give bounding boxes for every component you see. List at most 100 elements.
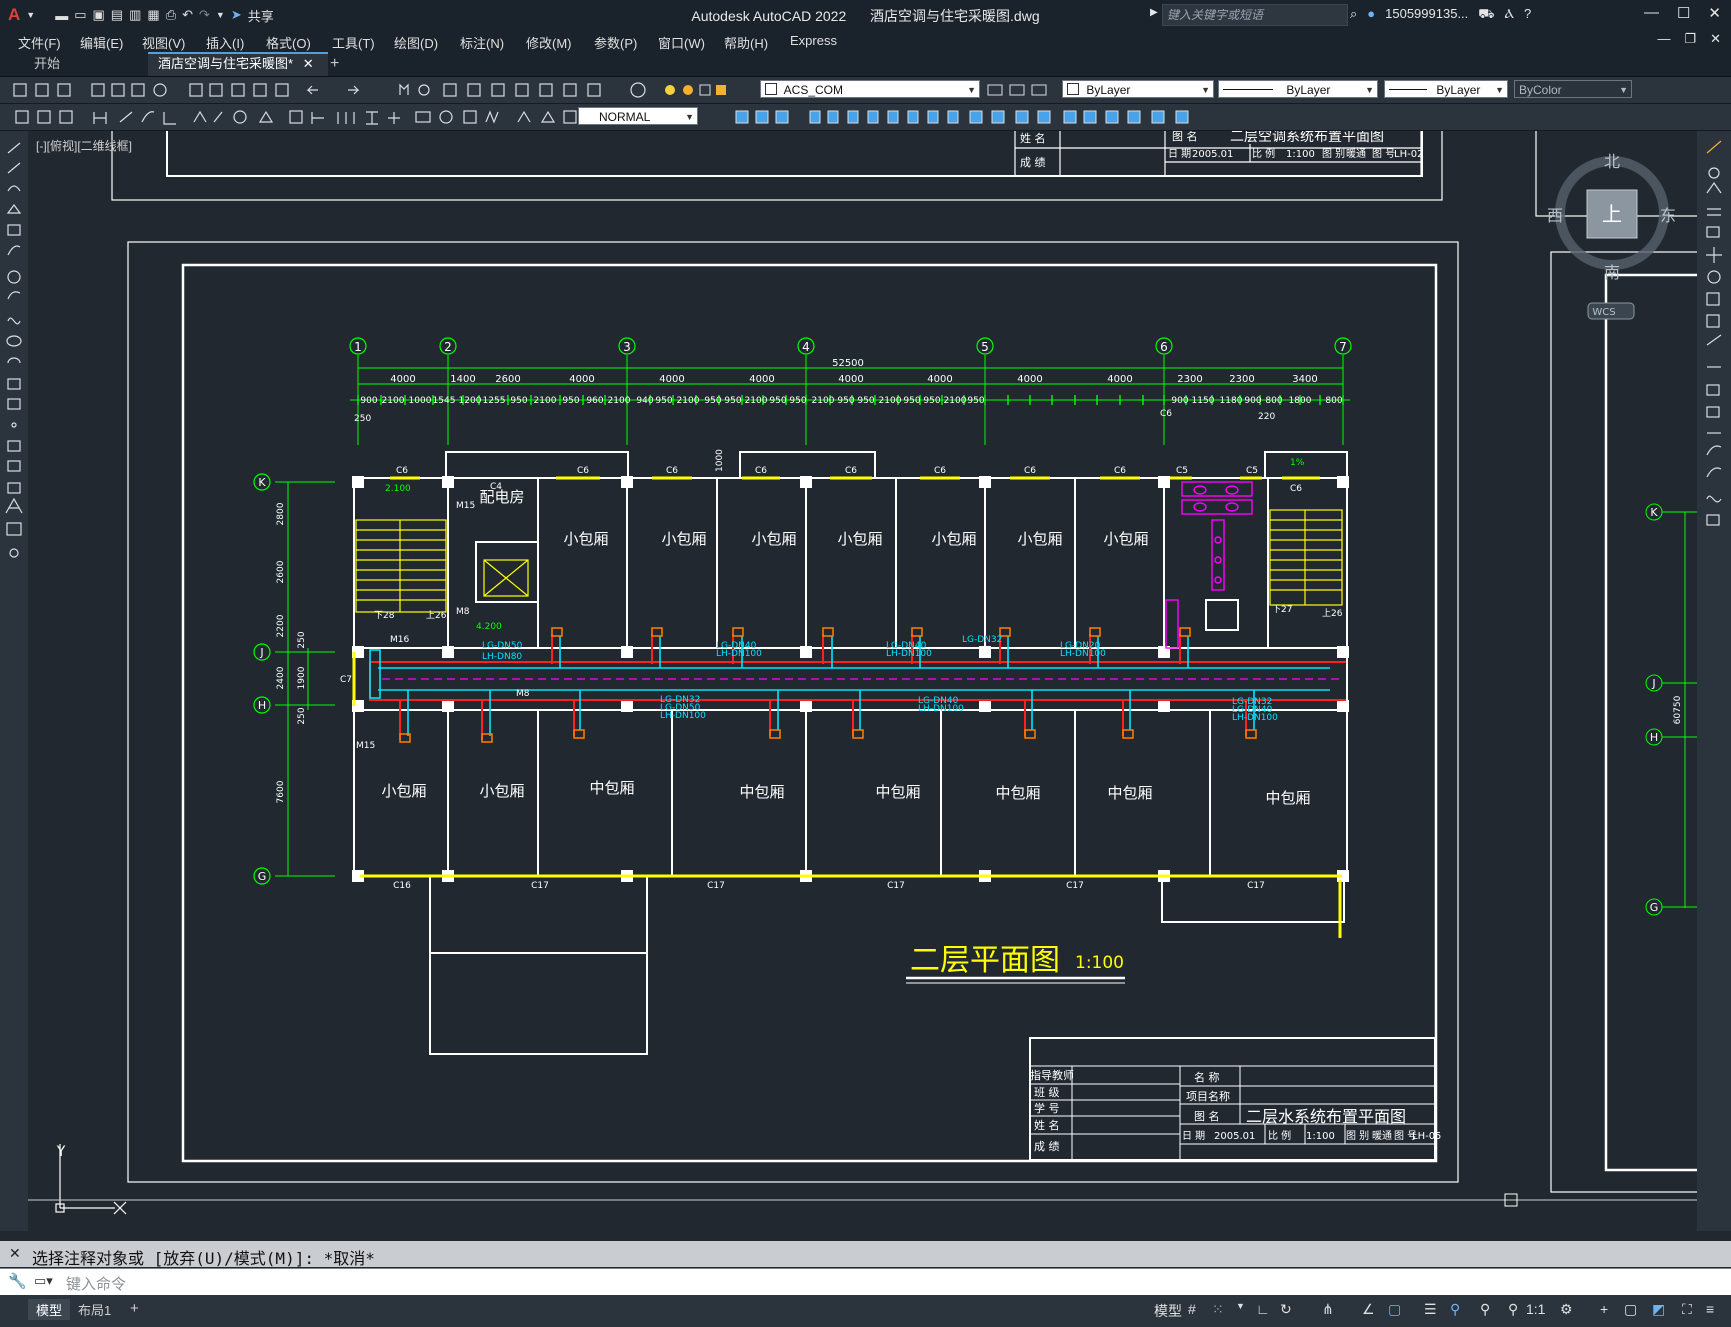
annotation-visibility-icon[interactable]: ⚲ [1450, 1301, 1460, 1318]
doc-minimize-button[interactable]: — [1657, 31, 1670, 47]
standard-tool-icons[interactable] [8, 77, 708, 103]
annotation-scale-icon[interactable]: ⚲ [1480, 1301, 1490, 1318]
menu-file[interactable]: 文件(F) [14, 31, 65, 54]
menu-draw[interactable]: 绘图(D) [390, 31, 442, 54]
open-file-icon[interactable]: ▭ [74, 7, 86, 23]
app-logo-icon[interactable]: A [8, 5, 20, 25]
drawing-canvas[interactable]: 姓 名 成 绩 图 名 二层空调系统布置平面图 日 期 2005.01 比 例 … [28, 131, 1697, 1231]
dimension-tool-icons[interactable] [8, 104, 588, 130]
polar-icon[interactable]: ↻ [1280, 1301, 1292, 1318]
menu-help[interactable]: 帮助(H) [720, 31, 772, 54]
share-icon[interactable]: ➤ [231, 7, 242, 23]
viewcube-south[interactable]: 南 [1604, 263, 1620, 282]
snap-icon[interactable]: ⁙ [1212, 1301, 1224, 1318]
menu-parametric[interactable]: 参数(P) [590, 31, 641, 54]
menu-tools[interactable]: 工具(T) [328, 31, 379, 54]
osnap-icon[interactable]: ▢ [1388, 1301, 1401, 1318]
doc-close-button[interactable]: ✕ [1710, 31, 1721, 47]
layer-tool-icons[interactable] [984, 77, 1054, 103]
plotstyle-combo[interactable]: ByColor ▼ [1514, 80, 1632, 98]
color-combo[interactable]: ByLayer ▼ [1062, 80, 1214, 98]
menu-modify[interactable]: 修改(M) [522, 31, 576, 54]
viewcube-west[interactable]: 西 [1547, 206, 1563, 225]
grid-icon[interactable]: # [1188, 1301, 1196, 1317]
menu-format[interactable]: 格式(O) [262, 31, 315, 54]
modify-tool-icons[interactable] [704, 104, 1224, 130]
menu-insert[interactable]: 插入(I) [202, 31, 248, 54]
save-as-icon[interactable]: ▤ [111, 7, 123, 23]
viewcube-wcs[interactable]: WCS [1592, 307, 1615, 318]
doc-restore-button[interactable]: ❐ [1684, 31, 1696, 47]
units-icon[interactable]: ▢ [1624, 1301, 1637, 1318]
search-icon[interactable]: ⌕ [1350, 6, 1357, 24]
menu-dimension[interactable]: 标注(N) [456, 31, 508, 54]
new-file-icon[interactable]: ▬ [55, 8, 68, 23]
wrench-icon[interactable]: 🔧 [8, 1272, 27, 1290]
close-command-icon[interactable]: ✕ [9, 1245, 21, 1262]
annotation-autoscale-icon[interactable]: ⚲ [1508, 1301, 1518, 1318]
new-tab-icon[interactable]: + [320, 54, 349, 74]
menu-view[interactable]: 视图(V) [138, 31, 189, 54]
lineweight-icon[interactable]: ☰ [1424, 1301, 1437, 1318]
tb-top-discipline: 暖通 [1346, 147, 1366, 160]
undo-icon[interactable]: ↶ [182, 7, 193, 23]
lineweight-combo[interactable]: ByLayer ▼ [1384, 80, 1508, 98]
save-web-icon[interactable]: ▦ [147, 7, 159, 23]
layer-combo[interactable]: ACS_COM ▼ [760, 80, 980, 98]
add-layout-icon[interactable]: + [122, 1299, 147, 1318]
lineweight-value: ByLayer [1436, 83, 1481, 97]
menu-window[interactable]: 窗口(W) [654, 31, 709, 54]
command-input[interactable]: 键入命令 [66, 1273, 126, 1294]
layer-state-icons[interactable] [660, 77, 740, 103]
quick-access-more-icon[interactable]: ▼ [216, 10, 225, 20]
user-icon[interactable]: ● [1367, 6, 1375, 24]
search-expand-icon[interactable]: ▶ [1150, 7, 1158, 18]
menu-edit[interactable]: 编辑(E) [76, 31, 127, 54]
close-button[interactable]: ✕ [1708, 4, 1721, 22]
app-menu-chevron-icon[interactable]: ▼ [26, 10, 35, 20]
ortho-icon[interactable]: ∟ [1256, 1301, 1270, 1317]
annotation-monitor-icon[interactable]: + [1600, 1301, 1608, 1317]
menu-express[interactable]: Express [786, 31, 841, 50]
maximize-button[interactable]: ☐ [1677, 4, 1690, 22]
workspace-gear-icon[interactable]: ⚙ [1560, 1301, 1573, 1318]
dim-detail: 950 [769, 396, 786, 406]
minimize-button[interactable]: — [1644, 4, 1659, 22]
tab-model[interactable]: 模型 [28, 1299, 71, 1320]
dim-detail: 950 [655, 396, 672, 406]
redo-icon[interactable]: ↷ [199, 7, 210, 23]
command-prompt-icon[interactable]: ▭▾ [34, 1273, 53, 1289]
dimstyle-combo[interactable]: NORMAL ▼ [578, 107, 698, 125]
cart-icon[interactable]: ⛟ [1478, 6, 1494, 24]
snap-menu-chevron-icon[interactable]: ▼ [1236, 1301, 1245, 1311]
user-name[interactable]: 1505999135... [1385, 6, 1468, 24]
annotation-scale-value[interactable]: 1:1 [1526, 1301, 1545, 1317]
open-web-icon[interactable]: ▥ [129, 7, 141, 23]
linetype-combo[interactable]: ByLayer ▼ [1218, 80, 1378, 98]
viewcube-north[interactable]: 北 [1604, 152, 1620, 171]
model-space-button[interactable]: 模型 [1154, 1301, 1182, 1321]
modify-side-icons[interactable] [1697, 131, 1731, 561]
customize-menu-icon[interactable]: ≡ [1706, 1301, 1714, 1317]
viewport-label[interactable]: [-][俯视][二维线框] [36, 137, 132, 154]
share-button[interactable]: 共享 [248, 6, 274, 25]
tab-start[interactable]: 开始 [24, 54, 70, 74]
tb-top-sheet-label: 图 号 [1372, 148, 1395, 160]
search-input[interactable]: 键入关键字或短语 [1162, 4, 1348, 26]
isodraft-icon[interactable]: ⋔ [1322, 1301, 1334, 1318]
draw-tool-icons[interactable] [0, 131, 28, 591]
viewcube[interactable] [1555, 156, 1669, 320]
command-input-bar[interactable]: 🔧 ▭▾ 键入命令 [0, 1268, 1731, 1295]
close-tab-icon[interactable]: ✕ [303, 56, 314, 71]
viewcube-top[interactable]: 上 [1602, 202, 1622, 226]
save-icon[interactable]: ▣ [93, 7, 105, 23]
plot-icon[interactable]: ⎙ [166, 7, 176, 23]
help-icon[interactable]: ? [1524, 6, 1531, 24]
hardware-acceleration-icon[interactable]: ◩ [1652, 1301, 1665, 1318]
tab-drawing[interactable]: 酒店空调与住宅采暖图* ✕ [148, 52, 328, 76]
clean-screen-icon[interactable]: ⛶ [1682, 1301, 1692, 1318]
object-track-icon[interactable]: ∠ [1362, 1301, 1375, 1318]
viewcube-east[interactable]: 东 [1660, 206, 1676, 225]
tab-layout1[interactable]: 布局1 [70, 1299, 119, 1320]
autodesk-app-icon[interactable]: Ⲁ [1505, 6, 1514, 24]
